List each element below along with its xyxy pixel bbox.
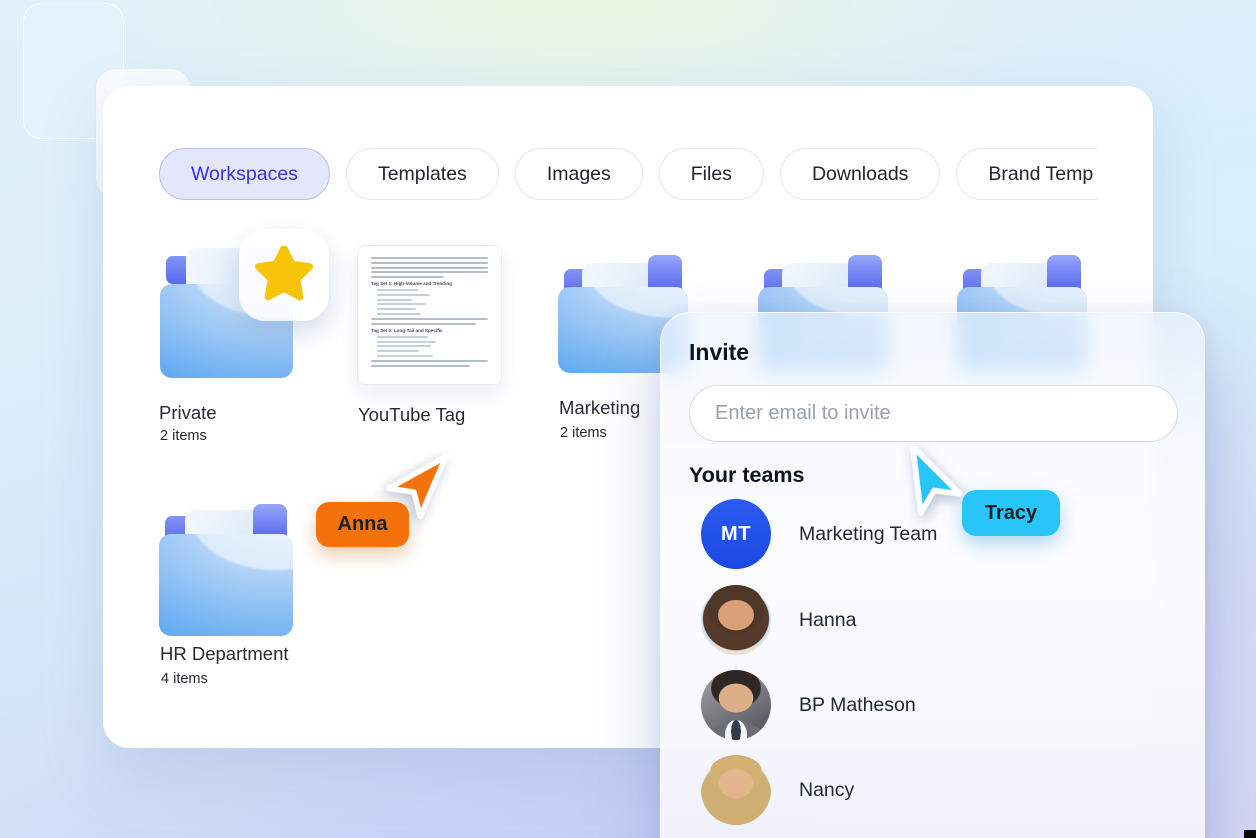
tab-brand-templates[interactable]: Brand Temp [956, 148, 1098, 200]
folder-body-shape [159, 534, 293, 636]
doc-line [371, 364, 471, 367]
member-name: Nancy [799, 778, 855, 801]
clipped-corner-artifact [1244, 830, 1256, 838]
doc-line [371, 266, 488, 269]
your-teams-heading: Your teams [689, 463, 805, 487]
favorite-badge [239, 229, 329, 321]
team-row-nancy[interactable]: Nancy [701, 755, 854, 825]
invite-title: Invite [689, 339, 750, 365]
avatar-marketing-team: MT [701, 499, 771, 569]
doc-bullet [377, 313, 422, 316]
tab-images[interactable]: Images [514, 148, 643, 200]
folder-icon [159, 496, 293, 636]
app-canvas: Workspaces Templates Images Files Downlo… [0, 0, 1256, 838]
doc-bullet [377, 289, 418, 292]
team-row-bp-matheson[interactable]: BP Matheson [701, 670, 916, 740]
anna-cursor-label: Anna [316, 502, 409, 547]
tab-templates[interactable]: Templates [345, 148, 499, 200]
doc-bullet [377, 340, 436, 343]
doc-bullet [377, 298, 413, 301]
doc-line [371, 261, 488, 264]
folder-item-count: 4 items [161, 671, 208, 687]
folder-name: Private [159, 402, 217, 423]
folder-name: Marketing [559, 397, 641, 418]
doc-bullet [377, 293, 430, 296]
team-row-marketing-team[interactable]: MT Marketing Team [701, 499, 937, 569]
folder-private[interactable]: Private 2 items [158, 229, 338, 448]
tab-workspaces[interactable]: Workspaces [159, 148, 330, 200]
avatar-hanna [701, 585, 771, 655]
category-tab-bar: Workspaces Templates Images Files Downlo… [159, 148, 1098, 202]
doc-line [371, 271, 488, 274]
doc-bullet [377, 308, 416, 311]
member-name: BP Matheson [799, 693, 916, 716]
file-name: YouTube Tag [358, 404, 466, 425]
doc-heading-2: Tag Set 2: Long-Tail and Specific [371, 327, 443, 333]
doc-heading-1: Tag Set 1: High-Volume and Trending [371, 281, 452, 287]
member-name: Hanna [799, 608, 857, 631]
tab-downloads[interactable]: Downloads [779, 148, 941, 200]
doc-bullet [377, 350, 420, 353]
doc-bullet [377, 345, 431, 348]
doc-line [371, 322, 477, 325]
doc-line [371, 276, 444, 279]
tracy-cursor-label: Tracy [962, 490, 1060, 536]
doc-line [371, 318, 488, 321]
tab-files[interactable]: Files [658, 148, 764, 200]
star-icon [254, 246, 314, 301]
invite-panel: Invite Your teams MT Marketing Team Hann… [660, 312, 1205, 838]
doc-line [371, 257, 488, 259]
doc-bullet [377, 354, 434, 357]
doc-bullet [377, 303, 427, 306]
doc-bullet [377, 335, 429, 338]
document-preview-icon: Tag Set 1: High-Volume and Trending Tag … [357, 245, 502, 385]
avatar-bp-matheson [701, 670, 771, 740]
folder-item-count: 2 items [160, 428, 207, 444]
doc-line [371, 359, 488, 362]
folder-item-count: 2 items [560, 425, 607, 441]
file-youtube-tag[interactable]: Tag Set 1: High-Volume and Trending Tag … [357, 243, 517, 433]
avatar-nancy [701, 755, 771, 825]
member-name: Marketing Team [799, 522, 938, 545]
folder-name: HR Department [160, 643, 289, 664]
folder-hr-department[interactable]: HR Department 4 items [159, 496, 339, 706]
team-row-hanna[interactable]: Hanna [701, 585, 856, 655]
